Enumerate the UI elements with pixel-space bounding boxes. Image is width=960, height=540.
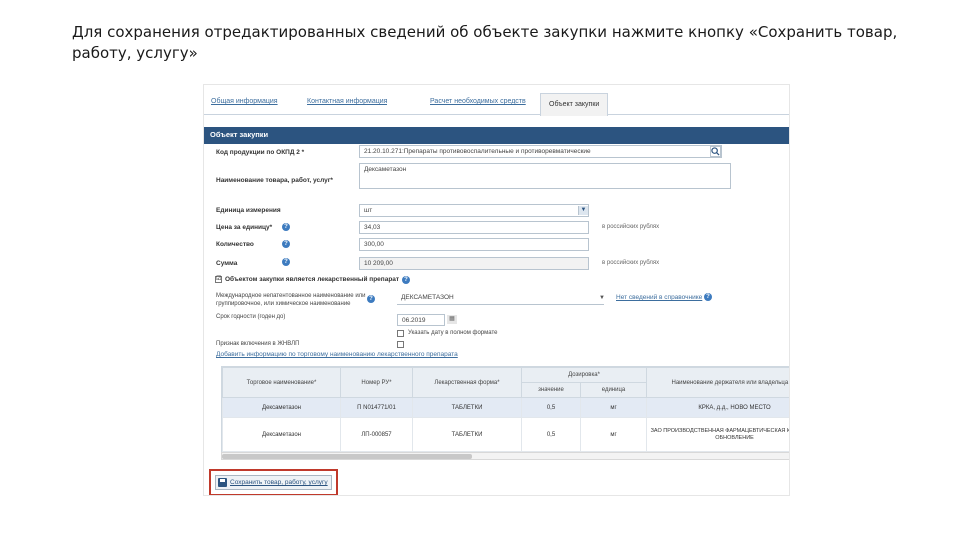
col-header-form[interactable]: Лекарственная форма* — [412, 367, 522, 398]
okpd-input[interactable]: 21.20.10.271:Препараты противовоспалител… — [359, 145, 722, 158]
chevron-down-icon[interactable]: ▼ — [599, 295, 605, 301]
cell-dose-unit: мг — [579, 397, 648, 418]
item-name-input[interactable]: Дексаметазон — [359, 163, 731, 189]
col-header-dosage: Дозировка* — [520, 367, 648, 383]
mnn-select[interactable]: ДЕКСАМЕТАЗОН — [397, 292, 604, 305]
item-name-label: Наименование товара, работ, услуг* — [216, 177, 333, 184]
vital-drugs-label: Признак включения в ЖНВЛП — [216, 341, 300, 347]
tab-contact-info[interactable]: Контактная информация — [307, 95, 387, 115]
chevron-down-icon[interactable]: ▼ — [578, 206, 588, 215]
cell-trade-name: Дексаметазон — [222, 397, 341, 418]
col-header-manufacturer[interactable]: Наименование держателя или владельца РУ — [646, 367, 789, 398]
col-header-dosage-unit: единица — [579, 382, 648, 398]
tab-funds-calculation[interactable]: Расчет необходимых средств — [430, 95, 526, 115]
tab-general-info[interactable]: Общая информация — [211, 95, 278, 115]
help-icon[interactable]: ? — [367, 295, 375, 303]
unit-select[interactable]: шт — [359, 204, 589, 217]
save-item-button[interactable]: Сохранить товар, работу, услугу — [215, 475, 332, 490]
cell-manufacturer: ЗАО ПРОИЗВОДСТВЕННАЯ ФАРМАЦЕВТИЧЕСКАЯ КО… — [646, 417, 789, 452]
cell-dose-value: 0,5 — [521, 397, 581, 418]
quantity-label: Количество — [216, 241, 254, 248]
help-icon[interactable]: ? — [282, 223, 290, 231]
cell-form: ТАБЛЕТКИ — [412, 397, 522, 418]
okpd-label: Код продукции по ОКПД 2 * — [216, 149, 305, 156]
scrollbar-thumb[interactable] — [222, 454, 472, 459]
cell-reg-no: П N014771/01 — [340, 397, 413, 418]
sum-currency-note: в российских рублях — [602, 260, 660, 266]
tab-procurement-object[interactable]: Объект закупки — [540, 93, 609, 116]
cell-form: ТАБЛЕТКИ — [412, 417, 522, 452]
full-date-label: Указать дату в полном формате — [408, 330, 498, 336]
cell-manufacturer: КРКА, д.д., НОВО МЕСТО — [646, 397, 789, 418]
cell-trade-name: Дексаметазон — [222, 417, 341, 452]
not-in-directory-link[interactable]: Нет сведений в справочнике — [616, 294, 702, 301]
sum-value: 10 209,00 — [359, 257, 589, 270]
cell-dose-unit: мг — [579, 417, 648, 452]
help-icon[interactable]: ? — [402, 276, 410, 284]
price-label: Цена за единицу* — [216, 224, 273, 231]
col-header-dosage-value: значение — [521, 382, 581, 398]
price-input[interactable]: 34,03 — [359, 221, 589, 234]
sum-label: Сумма — [216, 260, 238, 267]
add-trade-name-link[interactable]: Добавить информацию по торговому наимено… — [216, 351, 458, 358]
help-icon[interactable]: ? — [282, 240, 290, 248]
help-icon[interactable]: ? — [282, 258, 290, 266]
save-icon — [218, 478, 227, 487]
trade-names-table: Торговое наименование* Номер РУ* Лекарст… — [221, 366, 789, 456]
mnn-label: Международное непатентованное наименован… — [216, 293, 366, 307]
cell-dose-value: 0,5 — [521, 417, 581, 452]
procurement-form-screenshot: Общая информация Контактная информация Р… — [203, 84, 790, 496]
quantity-input[interactable]: 300,00 — [359, 238, 589, 251]
table-row[interactable]: Дексаметазон ЛП-000857 ТАБЛЕТКИ 0,5 мг З… — [222, 417, 789, 452]
vital-drugs-checkbox[interactable] — [397, 341, 404, 348]
unit-label: Единица измерения — [216, 207, 281, 214]
section-title: Объект закупки — [204, 127, 789, 144]
calendar-icon[interactable]: ▦ — [447, 315, 457, 324]
drug-checkbox-label: Объектом закупки является лекарственный … — [225, 276, 400, 283]
help-icon[interactable]: ? — [704, 293, 712, 301]
table-row[interactable]: Дексаметазон П N014771/01 ТАБЛЕТКИ 0,5 м… — [222, 397, 789, 418]
search-icon[interactable] — [710, 146, 721, 157]
drug-checkbox[interactable]: ☑ — [215, 276, 222, 283]
expiry-label: Срок годности (годен до) — [216, 314, 286, 320]
col-header-reg-no[interactable]: Номер РУ* — [340, 367, 413, 398]
full-date-checkbox[interactable] — [397, 330, 404, 337]
price-currency-note: в российских рублях — [602, 224, 660, 230]
cell-reg-no: ЛП-000857 — [340, 417, 413, 452]
tab-bar: Общая информация Контактная информация Р… — [204, 91, 789, 116]
instruction-text: Для сохранения отредактированных сведени… — [72, 23, 898, 62]
col-header-trade-name[interactable]: Торговое наименование* — [222, 367, 341, 398]
expiry-input[interactable]: 06.2019 — [397, 314, 445, 326]
table-scrollbar[interactable] — [221, 452, 789, 460]
